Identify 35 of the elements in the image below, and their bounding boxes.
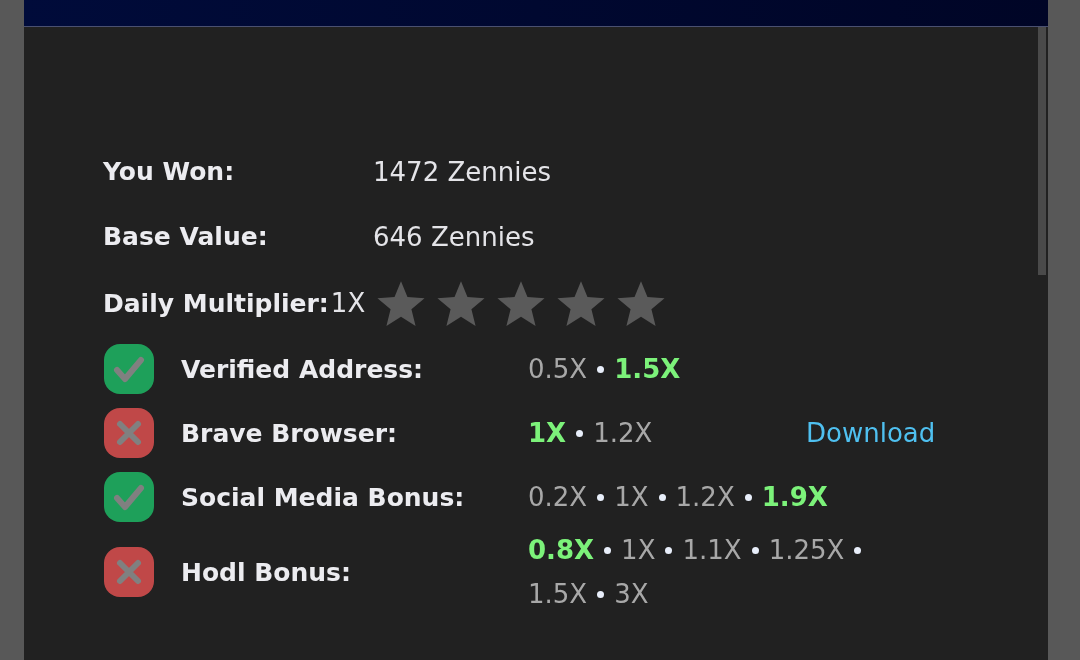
multiplier-value: 1.1X <box>682 535 742 565</box>
separator-dot-icon <box>597 365 605 373</box>
field-value: 1X <box>330 288 366 318</box>
field-value: 646 Zennies <box>373 221 536 252</box>
separator-dot-icon <box>744 493 752 501</box>
bonus-label: Social Media Bonus: <box>181 482 466 512</box>
field-label: Base Value: <box>103 222 269 251</box>
multiplier-value: 1.5X <box>528 579 588 609</box>
multiplier-value: 1.2X <box>675 482 735 512</box>
bonus-label: Verified Address: <box>181 354 425 384</box>
multiplier-value: 1.9X <box>761 482 828 512</box>
multiplier-value: 0.8X <box>528 535 595 565</box>
separator-dot-icon <box>665 546 673 554</box>
multiplier-value: 0.5X <box>528 354 588 384</box>
separator-dot-icon <box>751 546 759 554</box>
field-label: You Won: <box>103 157 236 186</box>
bonus-label: Brave Browser: <box>181 418 399 448</box>
multiplier-value: 1X <box>621 535 656 565</box>
multiplier-value: 0.2X <box>528 482 588 512</box>
field-label: Daily Multiplier: <box>103 288 329 318</box>
multiplier-value: 1X <box>614 482 649 512</box>
separator-dot-icon <box>658 493 666 501</box>
multiplier-value: 1.5X <box>614 354 681 384</box>
bonus-label: Hodl Bonus: <box>181 557 352 587</box>
separator-dot-icon <box>854 546 862 554</box>
separator-dot-icon <box>604 546 612 554</box>
multiplier-value: 3X <box>614 579 649 609</box>
separator-dot-icon <box>576 429 584 437</box>
field-value: 1472 Zennies <box>373 156 552 187</box>
multiplier-value: 1X <box>528 418 567 448</box>
multiplier-value: 1.25X <box>768 535 845 565</box>
separator-dot-icon <box>597 493 605 501</box>
separator-dot-icon <box>597 590 605 598</box>
multiplier-value: 1.2X <box>593 418 653 448</box>
download-link[interactable]: Download <box>806 418 1048 448</box>
